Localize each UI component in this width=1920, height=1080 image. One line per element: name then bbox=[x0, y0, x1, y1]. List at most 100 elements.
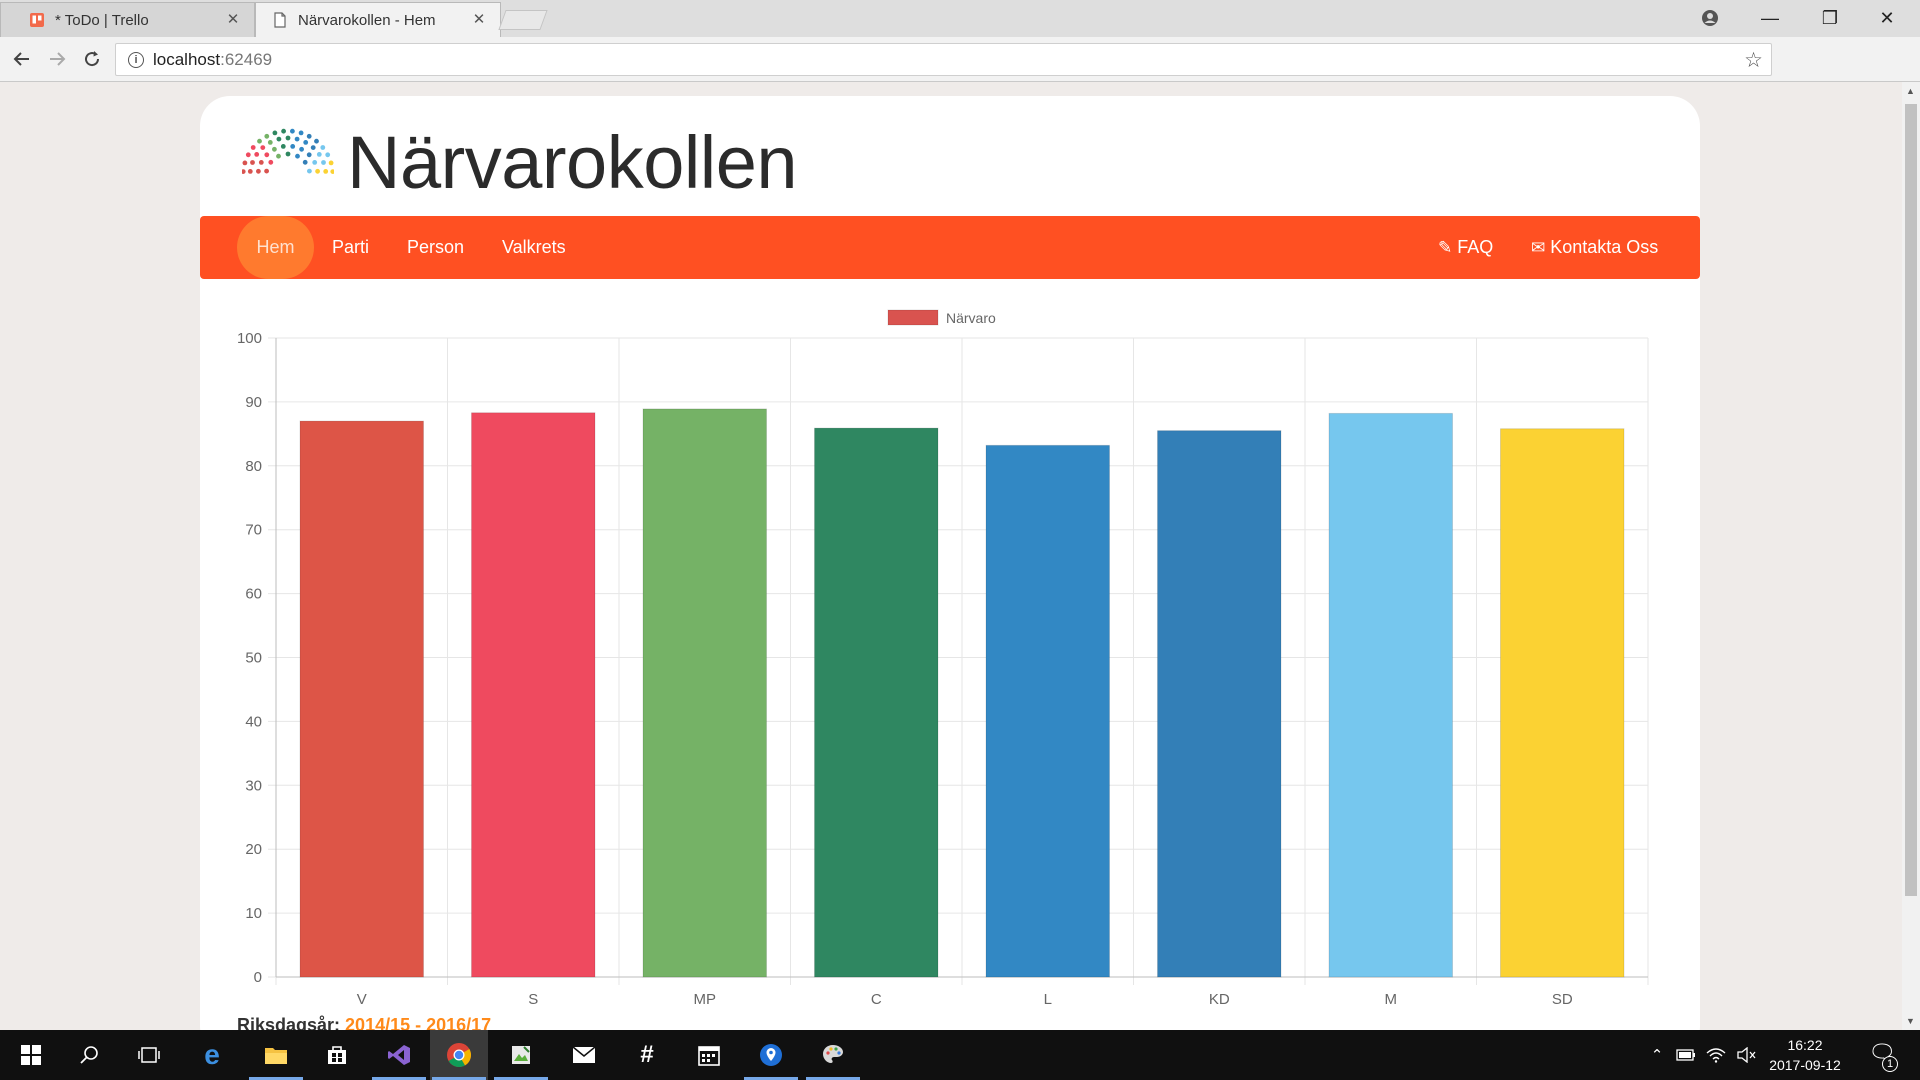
scrollbar-thumb[interactable] bbox=[1905, 104, 1917, 896]
bar-m bbox=[1328, 412, 1453, 978]
y-tick-label: 100 bbox=[237, 330, 262, 347]
nav-item-hem[interactable]: Hem bbox=[237, 216, 314, 279]
windows-logo-icon bbox=[21, 1045, 41, 1065]
bar-kd bbox=[1157, 430, 1282, 978]
tab-close-icon[interactable]: ✕ bbox=[470, 11, 488, 29]
y-tick-label: 40 bbox=[245, 713, 262, 730]
x-tick-label: M bbox=[1385, 991, 1398, 1008]
main-navbar: Hem Parti Person Valkrets ✎ FAQ ✉ Kontak… bbox=[200, 216, 1700, 279]
y-tick-label: 10 bbox=[245, 905, 262, 922]
bar-mp bbox=[642, 408, 767, 978]
x-tick-label: S bbox=[528, 991, 538, 1008]
nav-item-parti[interactable]: Parti bbox=[332, 216, 369, 279]
taskbar-visual-studio[interactable] bbox=[370, 1030, 428, 1080]
legend-label: Närvaro bbox=[946, 310, 996, 326]
forward-button[interactable] bbox=[41, 43, 73, 75]
taskbar-mail[interactable] bbox=[555, 1030, 613, 1080]
taskbar-paint-app[interactable] bbox=[492, 1030, 550, 1080]
nav-item-valkrets[interactable]: Valkrets bbox=[502, 216, 566, 279]
image-editor-icon bbox=[512, 1046, 530, 1064]
legend-swatch bbox=[887, 309, 939, 326]
taskbar-maps[interactable] bbox=[742, 1030, 800, 1080]
taskbar-clock[interactable]: 16:22 2017-09-12 bbox=[1760, 1035, 1850, 1075]
page-viewport: Närvarokollen Hem Parti Person Valkrets … bbox=[0, 82, 1902, 1030]
y-tick-label: 60 bbox=[245, 586, 262, 603]
forward-arrow-icon bbox=[50, 52, 66, 66]
y-tick-label: 90 bbox=[245, 394, 262, 411]
envelope-icon: ✉ bbox=[1531, 237, 1546, 257]
browser-toolbar: i localhost :62469 ☆ ⋮ bbox=[0, 37, 1920, 104]
reload-button[interactable] bbox=[76, 43, 108, 75]
windows-taskbar: e # ⌃ 16:22 2017-09-12 🗨 1 bbox=[0, 1030, 1920, 1080]
nav-item-faq[interactable]: ✎ FAQ bbox=[1438, 216, 1493, 279]
taskbar-calendar[interactable] bbox=[680, 1030, 738, 1080]
back-button[interactable] bbox=[6, 43, 38, 75]
x-tick-label: L bbox=[1044, 991, 1052, 1008]
page-favicon-icon bbox=[272, 12, 288, 28]
task-view-icon bbox=[138, 1047, 160, 1063]
tray-overflow-chevron-icon[interactable]: ⌃ bbox=[1644, 1030, 1670, 1080]
profile-icon[interactable] bbox=[1685, 2, 1735, 34]
tab-title: * ToDo | Trello bbox=[55, 11, 149, 29]
chart-canvas: 0 10 20 30 40 50 60 70 80 90 100 V S MP C L KD M SD Närvaro bbox=[237, 309, 1649, 1008]
edge-icon: e bbox=[204, 1039, 220, 1070]
scroll-up-arrow-icon[interactable]: ▲ bbox=[1906, 86, 1915, 96]
taskbar-slack[interactable]: # bbox=[618, 1030, 676, 1080]
new-tab-button[interactable] bbox=[498, 10, 548, 30]
taskbar-store[interactable] bbox=[308, 1030, 366, 1080]
page-scrollbar[interactable]: ▲ ▼ bbox=[1902, 82, 1920, 1030]
wifi-icon[interactable] bbox=[1702, 1030, 1730, 1080]
search-button[interactable] bbox=[60, 1030, 118, 1080]
bar-sd bbox=[1500, 428, 1625, 978]
back-arrow-icon bbox=[13, 52, 29, 66]
x-tick-label: V bbox=[357, 991, 367, 1008]
start-button[interactable] bbox=[2, 1030, 60, 1080]
mail-icon bbox=[572, 1046, 596, 1063]
visual-studio-icon bbox=[388, 1045, 410, 1065]
nav-item-kontakta[interactable]: ✉ Kontakta Oss bbox=[1531, 216, 1658, 279]
battery-icon[interactable] bbox=[1672, 1030, 1700, 1080]
taskbar-paint3d[interactable] bbox=[804, 1030, 862, 1080]
tab-narvarokollen[interactable]: Närvarokollen - Hem ✕ bbox=[255, 2, 501, 37]
bar-v bbox=[299, 420, 424, 978]
x-tick-label: C bbox=[871, 991, 882, 1008]
minimize-button[interactable]: — bbox=[1745, 2, 1795, 34]
clock-date: 2017-09-12 bbox=[1769, 1057, 1841, 1073]
volume-muted-icon[interactable] bbox=[1732, 1030, 1760, 1080]
pencil-icon: ✎ bbox=[1438, 237, 1453, 257]
map-pin-icon bbox=[760, 1044, 782, 1066]
browser-tab-strip: * ToDo | Trello ✕ Närvarokollen - Hem ✕ … bbox=[0, 0, 1920, 37]
bar-c bbox=[814, 427, 939, 978]
close-window-button[interactable]: ✕ bbox=[1862, 2, 1912, 34]
bookmark-star-icon[interactable]: ☆ bbox=[1744, 48, 1763, 73]
site-info-icon[interactable]: i bbox=[128, 51, 144, 68]
maximize-button[interactable]: ❐ bbox=[1805, 2, 1855, 34]
taskbar-file-explorer[interactable] bbox=[247, 1030, 305, 1080]
clock-time: 16:22 bbox=[1787, 1037, 1823, 1053]
bar-l bbox=[985, 444, 1110, 978]
notification-count-badge: 1 bbox=[1882, 1056, 1898, 1072]
x-tick-label: MP bbox=[694, 991, 717, 1008]
palette-icon bbox=[823, 1045, 843, 1063]
search-icon bbox=[80, 1046, 98, 1064]
y-tick-label: 20 bbox=[245, 841, 262, 858]
x-tick-label: SD bbox=[1552, 991, 1573, 1008]
taskbar-chrome[interactable] bbox=[430, 1030, 488, 1080]
reload-icon bbox=[85, 51, 100, 67]
store-icon bbox=[328, 1046, 346, 1064]
nav-item-person[interactable]: Person bbox=[407, 216, 464, 279]
tab-trello[interactable]: * ToDo | Trello ✕ bbox=[0, 2, 255, 37]
action-center-button[interactable]: 🗨 1 bbox=[1862, 1040, 1902, 1072]
scroll-down-arrow-icon[interactable]: ▼ bbox=[1906, 1016, 1915, 1026]
url-host: localhost bbox=[153, 49, 221, 69]
chrome-icon bbox=[447, 1043, 472, 1068]
task-view-button[interactable] bbox=[120, 1030, 178, 1080]
nav-faq-label: FAQ bbox=[1457, 237, 1494, 257]
tab-close-icon[interactable]: ✕ bbox=[224, 11, 242, 29]
taskbar-edge[interactable]: e bbox=[183, 1030, 241, 1080]
y-tick-label: 0 bbox=[254, 969, 262, 986]
riksdagsar-years-link[interactable]: 2014/15 - 2016/17 bbox=[345, 1015, 491, 1030]
nav-contact-label: Kontakta Oss bbox=[1550, 237, 1659, 257]
y-tick-label: 70 bbox=[245, 522, 262, 539]
address-bar[interactable]: i localhost :62469 ☆ bbox=[115, 43, 1772, 76]
